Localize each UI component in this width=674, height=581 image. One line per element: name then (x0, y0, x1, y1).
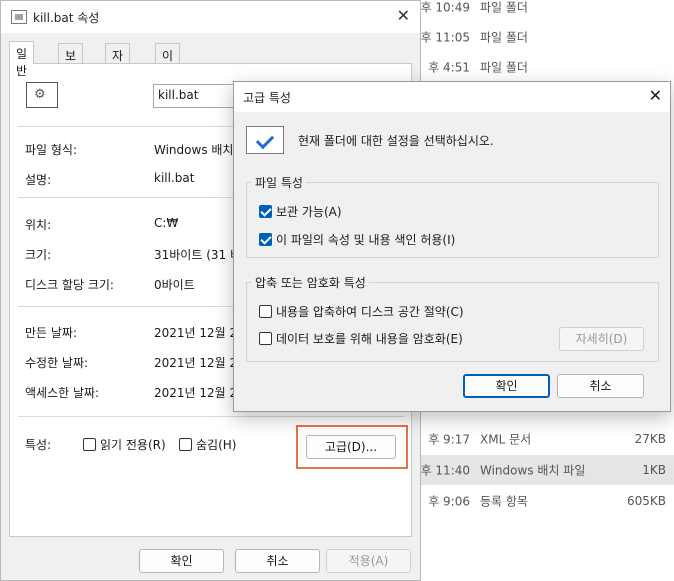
advanced-titlebar: 고급 특성 ✕ (234, 82, 670, 112)
file-attributes-title: 파일 특성 (252, 174, 306, 191)
encrypt-label: 데이터 보호를 위해 내용을 암호화(E) (276, 332, 463, 346)
compress-checkbox[interactable]: 내용을 압축하여 디스크 공간 절약(C) (259, 303, 464, 320)
encrypt-checkbox[interactable]: 데이터 보호를 위해 내용을 암호화(E) (259, 330, 463, 347)
advanced-attributes-dialog: 고급 특성 ✕ 현재 폴더에 대한 설정을 선택하십시오. 파일 특성 보관 가… (233, 81, 671, 412)
index-checkbox[interactable]: 이 파일의 속성 및 내용 색인 허용(I) (259, 231, 455, 248)
checkbox-box[interactable] (259, 305, 272, 318)
checkbox-box-checked[interactable] (259, 233, 272, 246)
details-button[interactable]: 자세히(D) (559, 327, 644, 351)
advanced-info-text: 현재 폴더에 대한 설정을 선택하십시오. (298, 134, 494, 148)
compress-label: 내용을 압축하여 디스크 공간 절약(C) (276, 305, 464, 319)
archive-label: 보관 가능(A) (276, 205, 342, 219)
close-icon[interactable]: ✕ (649, 86, 662, 105)
index-label: 이 파일의 속성 및 내용 색인 허용(I) (276, 233, 456, 247)
adv-ok-button[interactable]: 확인 (463, 374, 550, 398)
archive-checkbox[interactable]: 보관 가능(A) (259, 203, 342, 220)
checkbox-box[interactable] (259, 332, 272, 345)
checkmark-icon (246, 126, 284, 154)
adv-cancel-button[interactable]: 취소 (557, 374, 644, 398)
advanced-title: 고급 특성 (243, 91, 291, 105)
compress-encrypt-title: 압축 또는 암호화 특성 (252, 274, 369, 291)
checkbox-box-checked[interactable] (259, 205, 272, 218)
tab-general[interactable]: 일반 (9, 41, 35, 78)
